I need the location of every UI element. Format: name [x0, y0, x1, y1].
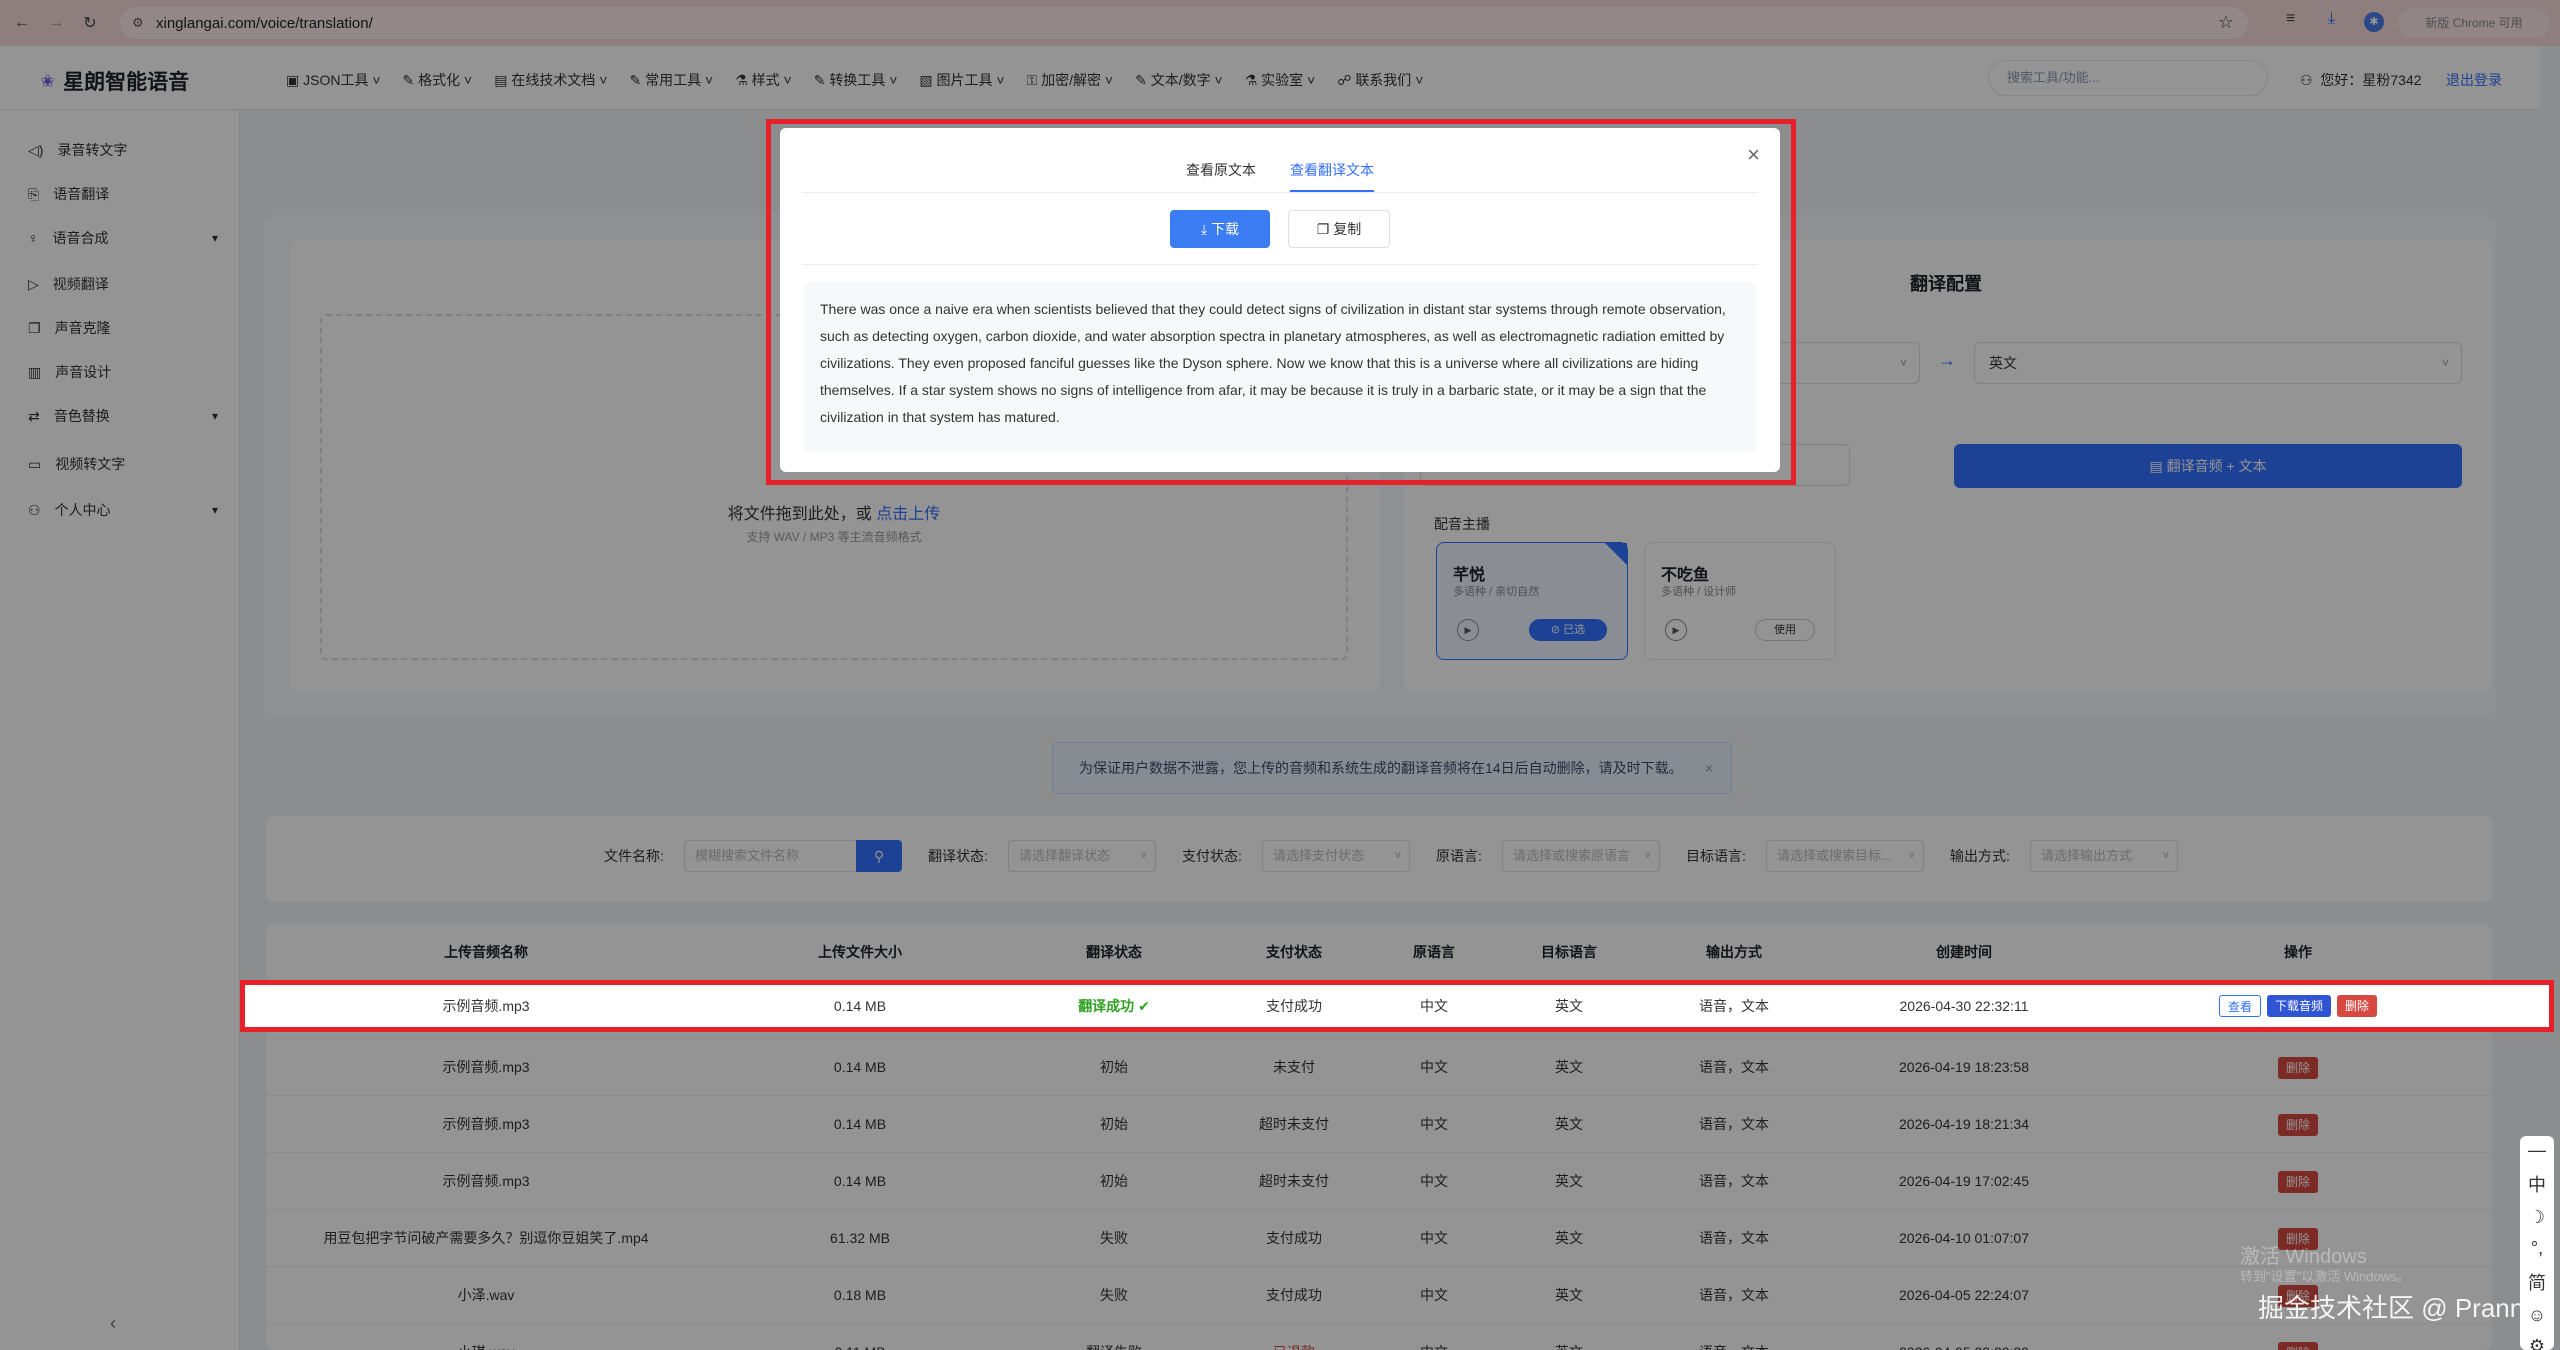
translated-text-content: There was once a naive era when scientis…	[804, 282, 1756, 452]
tab-translated-text[interactable]: 查看翻译文本	[1290, 160, 1374, 192]
highlighted-row: 示例音频.mp3 0.14 MB 翻译成功 ✔ 支付成功 中文 英文 语音，文本…	[245, 985, 2549, 1027]
copy-button[interactable]: ❐ 复制	[1288, 210, 1390, 248]
juejin-watermark: 掘金技术社区 @ Prannt	[2258, 1293, 2532, 1323]
status-success: 翻译成功 ✔	[1078, 998, 1150, 1014]
divider	[802, 192, 1758, 193]
delete-button[interactable]: 删除	[2337, 995, 2378, 1017]
dialog-tabs: 查看原文本 查看翻译文本	[780, 160, 1780, 192]
check-circle-icon: ✔	[1138, 998, 1150, 1014]
download-audio-button[interactable]: 下载音频	[2266, 995, 2331, 1017]
minimize-icon[interactable]: —	[2528, 1140, 2546, 1161]
download-icon: ⤓	[1200, 221, 1208, 237]
windows-activation-hint: 转到"设置"以激活 Windows。	[2240, 1269, 2410, 1284]
view-button[interactable]: 查看	[2218, 995, 2261, 1017]
moon-icon[interactable]: ☽	[2529, 1207, 2545, 1228]
copy-icon: ❐	[1316, 221, 1330, 237]
divider	[802, 264, 1758, 265]
ime-chinese-toggle[interactable]: 中	[2528, 1171, 2546, 1197]
gear-icon[interactable]: ⚙	[2529, 1336, 2545, 1350]
windows-activation-title: 激活 Windows	[2240, 1246, 2367, 1268]
translation-text-dialog: 查看原文本 查看翻译文本 × ⤓ 下载 ❐ 复制 There was once …	[780, 128, 1780, 472]
punctuation-icon[interactable]: °,	[2531, 1238, 2543, 1259]
download-button[interactable]: ⤓ 下载	[1170, 210, 1270, 248]
close-icon[interactable]: ×	[1747, 142, 1760, 168]
tab-original-text[interactable]: 查看原文本	[1186, 160, 1256, 192]
